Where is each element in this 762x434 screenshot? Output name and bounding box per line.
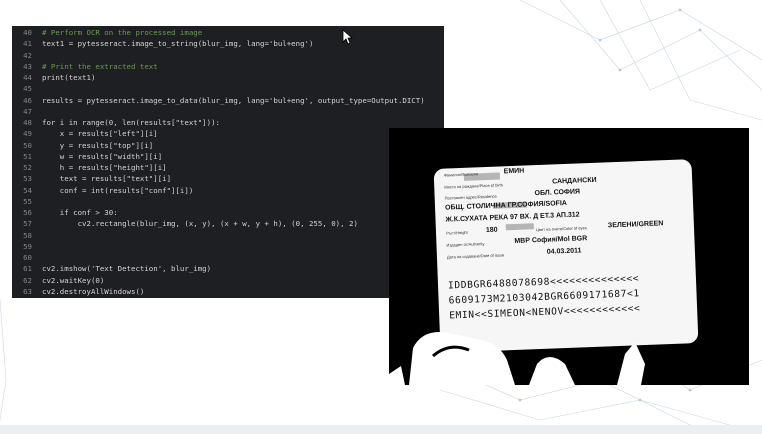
line-number: 43 [23,61,32,71]
code-line[interactable]: 41 text1 = pytesseract.image_to_string(bl… [12,38,444,50]
line-number: 63 [23,286,32,296]
line-number: 46 [23,95,32,105]
code-text: y = results["top"][i] [42,140,154,150]
code-text: w = results["width"][i] [42,151,163,161]
line-number: 52 [23,163,32,172]
code-line[interactable]: 50 y = results["top"][i] [12,140,444,152]
line-number: 57 [23,219,32,229]
code-text: for i in range(0, len(results["text"])): [42,118,220,127]
line-number: 59 [23,241,32,251]
code-line[interactable]: 61 cv2.imshow('Text Detection', blur_img) [12,263,444,275]
code-line[interactable]: 42 [12,50,444,62]
code-line[interactable]: 44 print(text1) [12,72,444,84]
code-line[interactable]: 40 # Perform OCR on the processed image [12,27,444,39]
line-number: 54 [23,185,32,195]
code-editor[interactable]: 40 # Perform OCR on the processed image 41… [12,26,444,298]
code-line[interactable]: 59 [12,241,444,253]
code-line[interactable]: 51 w = results["width"][i] [12,151,444,163]
code-text: results = pytesseract.image_to_data(blur… [42,95,425,105]
code-line[interactable]: 46 results = pytesseract.image_to_data(bl… [12,95,444,107]
line-number: 62 [23,275,32,285]
line-number: 44 [23,73,32,82]
code-text: cv2.waitKey(0) [42,275,105,285]
code-line[interactable]: 58 [12,230,444,242]
line-number: 48 [23,118,32,127]
code-line[interactable]: 62 cv2.waitKey(0) [12,275,444,287]
code-text: cv2.rectangle(blur_img, (x, y), (x + w, … [42,219,358,229]
code-line[interactable]: 53 text = results["text"][i] [12,173,444,185]
code-text: h = results["height"][i] [42,163,167,172]
code-text: cv2.destroyAllWindows() [42,286,145,296]
line-number: 51 [23,151,32,161]
line-number: 55 [23,196,32,206]
line-number: 47 [23,106,32,116]
code-line[interactable]: 47 [12,106,444,118]
line-number: 49 [23,129,32,139]
line-number: 42 [23,50,32,60]
code-line[interactable]: 52 h = results["height"][i] [12,162,444,174]
code-line[interactable]: 55 [12,196,444,208]
code-text: # Perform OCR on the processed image [42,28,203,37]
code-text: # Print the extracted text [42,61,158,71]
code-text: cv2.imshow('Text Detection', blur_img) [42,264,212,274]
line-number: 60 [23,253,32,262]
line-number: 53 [23,174,32,184]
code-line[interactable]: 63 cv2.destroyAllWindows() [12,286,444,298]
code-text: conf = int(results["conf"][i]) [42,185,194,195]
code-line[interactable]: 56 if conf > 30: [12,207,444,219]
bottom-bar [0,425,762,434]
id-card-photo: Фамилия/Surname ЕМИН Място на раждане/Plac… [389,128,749,385]
code-line[interactable]: 45 [12,83,444,95]
line-number: 56 [23,208,32,217]
code-text: print(text1) [42,73,96,82]
code-line[interactable]: 48 for i in range(0, len(results["text"])… [12,117,444,129]
code-line[interactable]: 49 x = results["left"][i] [12,128,444,140]
code-line[interactable]: 57 cv2.rectangle(blur_img, (x, y), (x + … [12,218,444,230]
line-number: 41 [23,39,32,49]
line-number: 50 [23,140,32,150]
code-text: x = results["left"][i] [42,129,158,139]
line-number: 58 [23,230,32,240]
code-line[interactable]: 60 [12,252,444,264]
code-line[interactable]: 43 # Print the extracted text [12,61,444,73]
line-number: 40 [23,28,32,37]
code-text: text = results["text"][i] [42,174,172,184]
line-number: 61 [23,264,32,274]
mouse-cursor-icon [342,29,354,45]
code-text: text1 = pytesseract.image_to_string(blur… [42,39,314,49]
code-line[interactable]: 54 conf = int(results["conf"][i]) [12,185,444,197]
code-text: if conf > 30: [42,208,118,217]
line-number: 45 [23,84,32,94]
hand-silhouette [389,332,645,385]
